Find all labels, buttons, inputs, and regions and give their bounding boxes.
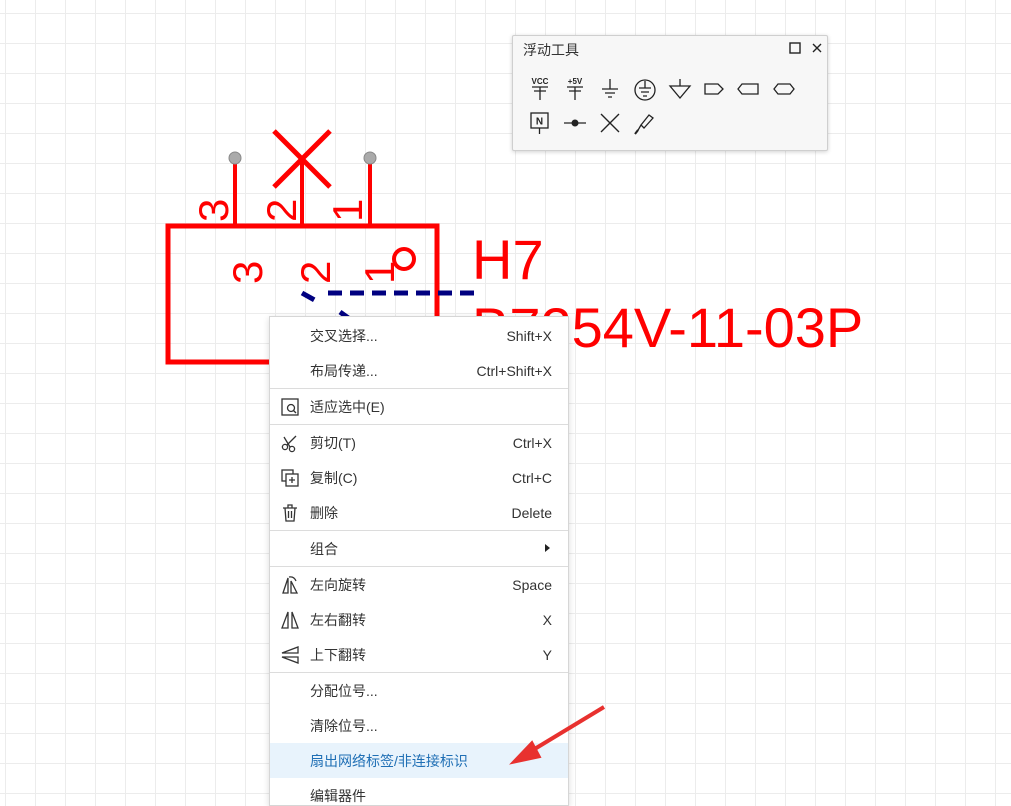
floating-tool-title: 浮动工具: [523, 42, 579, 58]
pin-number-outside-2: 2: [258, 199, 305, 222]
tool-row-1: VCC +5V: [523, 74, 803, 104]
net-port-bidir-icon[interactable]: [768, 74, 803, 104]
fit-selection-icon: [280, 397, 300, 417]
earth-icon[interactable]: [628, 74, 663, 104]
menu-item-shortcut: Delete: [511, 504, 552, 521]
submenu-arrow-icon: [545, 544, 550, 552]
menu-item-label: 上下翻转: [310, 646, 366, 663]
menu-item-flip-horizontal[interactable]: 左右翻转 X: [270, 602, 568, 637]
menu-item-cut[interactable]: 剪切(T) Ctrl+X: [270, 425, 568, 460]
copy-icon: [280, 468, 300, 488]
pin-number-inside-3: 3: [224, 261, 271, 284]
menu-item-shortcut: Shift+X: [506, 327, 552, 344]
menu-item-edit-component[interactable]: 编辑器件: [270, 778, 568, 805]
component-designator[interactable]: H7: [472, 228, 544, 291]
menu-item-assign-designator[interactable]: 分配位号...: [270, 673, 568, 708]
net-label-icon[interactable]: N: [523, 108, 558, 138]
menu-item-label: 交叉选择...: [310, 327, 378, 344]
menu-item-delete[interactable]: 删除 Delete: [270, 495, 568, 530]
floating-tool-window[interactable]: 浮动工具 VCC +5V N: [512, 35, 828, 151]
net-port-out-icon[interactable]: [698, 74, 733, 104]
svg-text:N: N: [536, 117, 543, 128]
vcc-icon[interactable]: VCC: [523, 74, 558, 104]
pin-number-outside-1: 1: [324, 199, 371, 222]
menu-item-label: 左向旋转: [310, 576, 366, 593]
no-connect-icon[interactable]: [593, 108, 628, 138]
net-port-in-icon[interactable]: [733, 74, 768, 104]
tool-row-2: N: [523, 108, 663, 138]
menu-item-label: 复制(C): [310, 469, 358, 486]
close-icon[interactable]: [809, 40, 825, 56]
menu-item-label: 清除位号...: [310, 717, 378, 734]
menu-item-fanout-net-labels[interactable]: 扇出网络标签/非连接标识: [270, 743, 568, 778]
floating-tool-header[interactable]: 浮动工具: [513, 36, 827, 61]
pin1-marker: [392, 247, 416, 271]
menu-item-clear-designator[interactable]: 清除位号...: [270, 708, 568, 743]
menu-item-label: 删除: [310, 504, 338, 521]
plus5v-icon[interactable]: +5V: [558, 74, 593, 104]
menu-item-shortcut: Ctrl+C: [511, 469, 552, 486]
probe-icon[interactable]: [628, 108, 663, 138]
context-menu: 交叉选择... Shift+X 布局传递... Ctrl+Shift+X 适应选…: [269, 316, 569, 806]
menu-item-shortcut: Space: [512, 576, 552, 593]
trash-icon: [280, 503, 300, 523]
flip-horizontal-icon: [280, 610, 300, 630]
pin-3-end-dot: [228, 151, 242, 165]
rotate-left-icon: [280, 575, 300, 595]
menu-item-label: 组合: [310, 540, 338, 557]
pin-number-inside-2: 2: [292, 261, 339, 284]
menu-item-cross-select[interactable]: 交叉选择... Shift+X: [270, 318, 568, 353]
menu-item-copy[interactable]: 复制(C) Ctrl+C: [270, 460, 568, 495]
pin-number-outside-3: 3: [190, 199, 237, 222]
menu-item-layout-transfer[interactable]: 布局传递... Ctrl+Shift+X: [270, 353, 568, 388]
svg-text:+5V: +5V: [568, 77, 583, 86]
flip-vertical-icon: [280, 645, 300, 665]
menu-item-shortcut: X: [542, 611, 552, 628]
pin-1-end-dot: [363, 151, 377, 165]
menu-item-shortcut: Ctrl+Shift+X: [476, 362, 552, 379]
menu-item-label: 剪切(T): [310, 434, 356, 451]
analog-ground-icon[interactable]: [663, 74, 698, 104]
menu-item-group[interactable]: 组合: [270, 531, 568, 566]
menu-item-shortcut: Ctrl+X: [512, 434, 552, 451]
menu-item-label: 编辑器件: [310, 787, 366, 804]
menu-item-rotate-left[interactable]: 左向旋转 Space: [270, 567, 568, 602]
scissors-icon: [280, 433, 300, 453]
menu-item-label: 适应选中(E): [310, 398, 385, 415]
menu-item-label: 布局传递...: [310, 362, 378, 379]
svg-text:VCC: VCC: [532, 77, 549, 86]
menu-item-label: 左右翻转: [310, 611, 366, 628]
junction-icon[interactable]: [558, 108, 593, 138]
menu-item-flip-vertical[interactable]: 上下翻转 Y: [270, 637, 568, 672]
menu-item-label: 扇出网络标签/非连接标识: [310, 752, 468, 769]
ground-icon[interactable]: [593, 74, 628, 104]
menu-item-fit-selection[interactable]: 适应选中(E): [270, 389, 568, 424]
menu-item-shortcut: Y: [542, 646, 552, 663]
maximize-icon[interactable]: [787, 40, 803, 56]
menu-item-label: 分配位号...: [310, 682, 378, 699]
